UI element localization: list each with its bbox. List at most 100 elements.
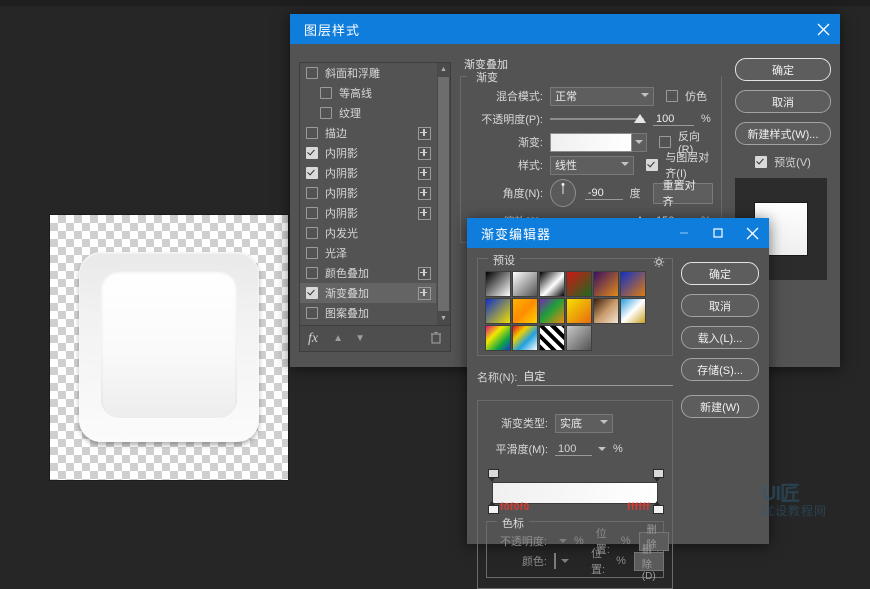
cancel-button[interactable]: 取消 (681, 294, 759, 317)
angle-value[interactable]: -90 (585, 187, 623, 200)
scroll-down-icon[interactable]: ▼ (437, 312, 450, 325)
effect-checkbox[interactable] (306, 167, 318, 179)
gradient-bar[interactable] (492, 482, 658, 504)
gradient-preset-swatch[interactable] (512, 271, 538, 297)
trash-icon[interactable] (430, 331, 442, 347)
cancel-button[interactable]: 取消 (735, 90, 831, 113)
effect-checkbox[interactable] (306, 227, 318, 239)
ok-button[interactable]: 确定 (735, 58, 831, 81)
effect-checkbox[interactable] (306, 187, 318, 199)
effect-row[interactable]: 渐变叠加 (300, 283, 436, 303)
gradient-preset-swatch[interactable] (593, 271, 619, 297)
ok-button[interactable]: 确定 (681, 262, 759, 285)
effect-row[interactable]: 等高线 (300, 83, 436, 103)
close-icon[interactable] (806, 14, 840, 44)
opacity-stop-right[interactable] (653, 469, 662, 481)
gradient-preset-swatch[interactable] (566, 271, 592, 297)
chevron-down-icon[interactable] (561, 559, 569, 563)
effect-checkbox[interactable] (320, 87, 332, 99)
effect-row[interactable]: 内阴影 (300, 203, 436, 223)
gradient-preview-swatch[interactable] (550, 133, 632, 152)
smoothness-value[interactable]: 100 (555, 443, 592, 456)
chevron-down-icon[interactable] (559, 539, 567, 543)
gear-icon[interactable] (653, 256, 665, 271)
preview-checkbox[interactable]: 预览(V) (735, 154, 831, 170)
scrollbar-thumb[interactable] (438, 77, 449, 311)
document-canvas[interactable] (50, 215, 288, 480)
gradient-preset-swatch[interactable] (566, 325, 592, 351)
load-button[interactable]: 载入(L)... (681, 326, 759, 349)
gradient-preset-swatch[interactable] (620, 298, 646, 324)
move-down-icon[interactable]: ▼ (352, 333, 368, 344)
opacity-stop-left[interactable] (488, 469, 497, 481)
effect-checkbox[interactable] (306, 247, 318, 259)
opacity-slider[interactable] (550, 112, 644, 126)
effect-row[interactable]: 光泽 (300, 243, 436, 263)
effect-checkbox[interactable] (306, 127, 318, 139)
angle-dial[interactable] (550, 179, 576, 207)
gradient-preset-swatch[interactable] (593, 298, 619, 324)
reset-align-button[interactable]: 重置对齐 (653, 183, 713, 204)
gradient-preset-swatch[interactable] (566, 298, 592, 324)
effect-row[interactable]: 颜色叠加 (300, 263, 436, 283)
gradient-preset-swatch[interactable] (539, 271, 565, 297)
gradient-preset-swatch[interactable] (539, 298, 565, 324)
effect-row[interactable]: 图案叠加 (300, 303, 436, 323)
minimize-icon[interactable] (667, 218, 701, 248)
add-effect-icon[interactable] (418, 127, 431, 140)
dither-checkbox[interactable]: 仿色 (666, 88, 707, 104)
effect-checkbox[interactable] (320, 107, 332, 119)
new-gradient-button[interactable]: 新建(W) (681, 395, 759, 418)
effect-checkbox[interactable] (306, 267, 318, 279)
effect-checkbox[interactable] (306, 147, 318, 159)
gradient-name-input[interactable]: 自定 (517, 368, 673, 386)
effect-checkbox[interactable] (306, 307, 318, 319)
gradient-preset-swatch[interactable] (539, 325, 565, 351)
effect-row[interactable]: 内阴影 (300, 163, 436, 183)
effect-row[interactable]: 内阴影 (300, 143, 436, 163)
add-effect-icon[interactable] (418, 207, 431, 220)
add-effect-icon[interactable] (418, 287, 431, 300)
add-effect-icon[interactable] (418, 167, 431, 180)
gradient-preset-swatch[interactable] (485, 325, 511, 351)
opacity-value[interactable]: 100 (653, 113, 694, 126)
add-effect-icon[interactable] (418, 147, 431, 160)
effect-label: 内阴影 (325, 145, 418, 161)
effect-checkbox[interactable] (306, 207, 318, 219)
gradient-preset-swatch[interactable] (485, 271, 511, 297)
effects-scroll-area[interactable]: 斜面和浮雕等高线纹理描边内阴影内阴影内阴影内阴影内发光光泽颜色叠加渐变叠加图案叠… (300, 63, 436, 325)
gradient-preset-swatch[interactable] (485, 298, 511, 324)
maximize-icon[interactable] (701, 218, 735, 248)
effect-row[interactable]: 内阴影 (300, 183, 436, 203)
effects-scrollbar[interactable]: ▲ ▼ (437, 63, 450, 325)
gradient-preset-swatch[interactable] (512, 298, 538, 324)
color-stop-left[interactable] (488, 501, 497, 513)
gradient-preset-swatch[interactable] (512, 325, 538, 351)
effect-checkbox[interactable] (306, 67, 318, 79)
effect-checkbox[interactable] (306, 287, 318, 299)
fx-icon[interactable]: fx (308, 331, 318, 347)
effect-row[interactable]: 斜面和浮雕 (300, 63, 436, 83)
opacity-slider-knob[interactable] (634, 114, 646, 123)
gradient-type-select[interactable]: 实底 (555, 414, 613, 433)
effect-row[interactable]: 描边 (300, 123, 436, 143)
blend-mode-select[interactable]: 正常 (550, 87, 654, 106)
add-effect-icon[interactable] (418, 267, 431, 280)
gradient-preset-swatch[interactable] (620, 271, 646, 297)
scroll-up-icon[interactable]: ▲ (437, 63, 450, 76)
color-stop-left-house (488, 505, 499, 514)
new-style-button[interactable]: 新建样式(W)... (735, 122, 831, 145)
gradient-picker[interactable] (550, 133, 647, 152)
chevron-down-icon[interactable] (598, 447, 606, 451)
style-select[interactable]: 线性 (550, 156, 634, 175)
effect-row[interactable]: 内发光 (300, 223, 436, 243)
move-up-icon[interactable]: ▲ (330, 333, 346, 344)
preset-swatch-grid[interactable] (485, 271, 665, 351)
gradient-dropdown-button[interactable] (632, 133, 647, 152)
close-icon[interactable] (735, 218, 769, 248)
add-effect-icon[interactable] (418, 187, 431, 200)
delete-color-stop-button[interactable]: 删除(D) (634, 552, 664, 571)
effect-row[interactable]: 纹理 (300, 103, 436, 123)
save-button[interactable]: 存储(S)... (681, 358, 759, 381)
color-stop-right[interactable] (653, 501, 662, 513)
